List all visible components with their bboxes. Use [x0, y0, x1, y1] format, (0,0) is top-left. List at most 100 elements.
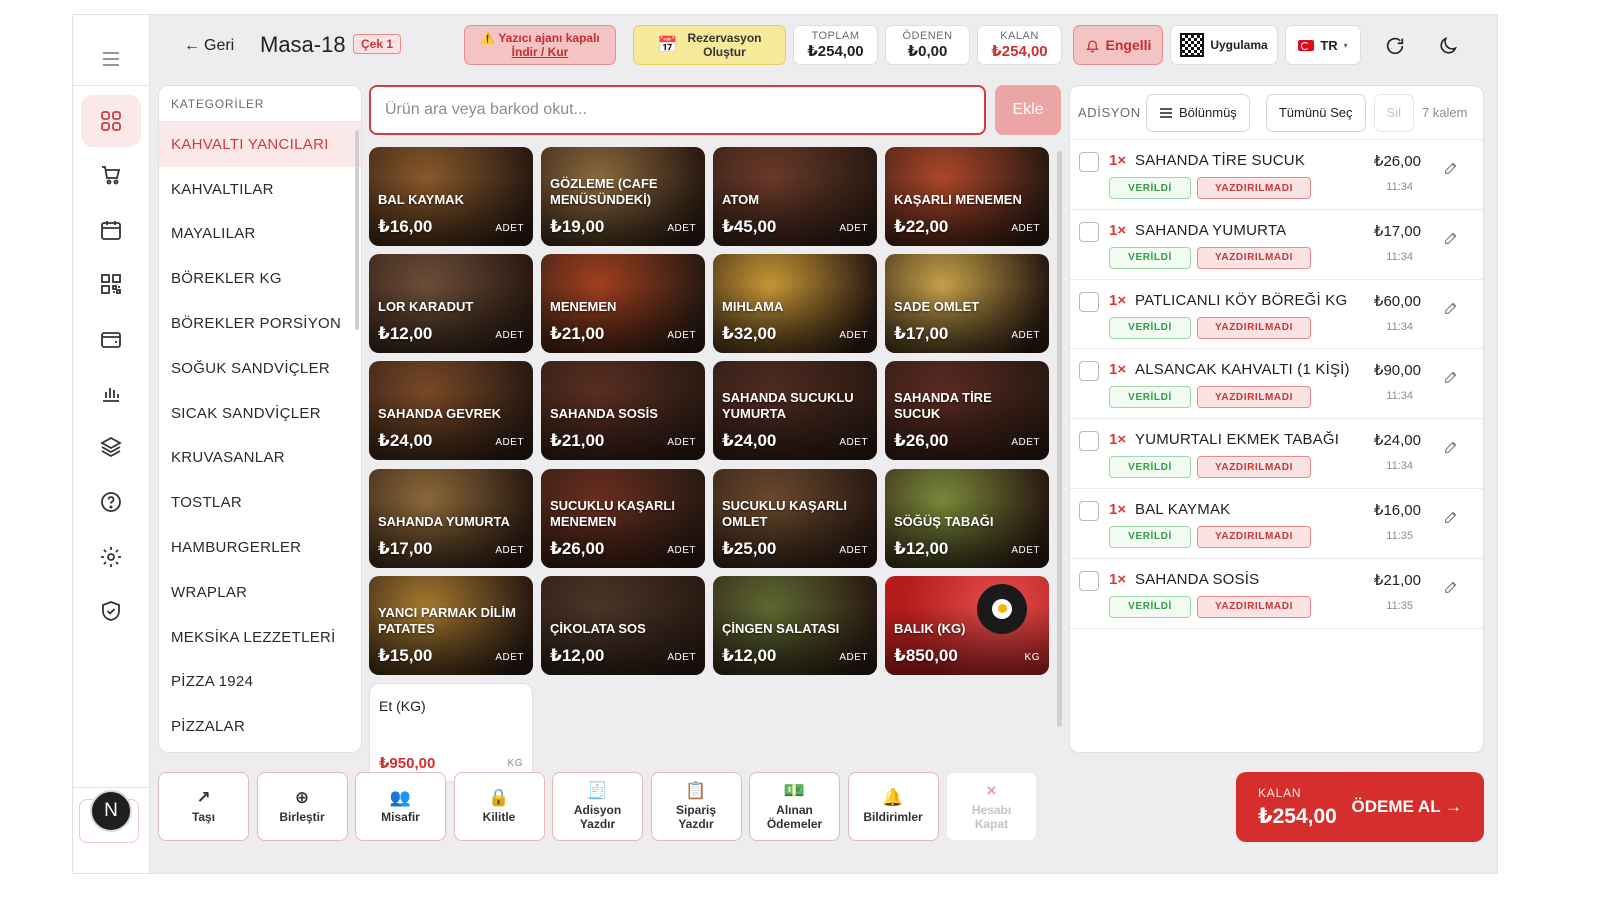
category-item[interactable]: SOĞUK SANDVİÇLER [159, 346, 361, 391]
search-box[interactable] [369, 85, 986, 135]
close-account-button[interactable]: × Hesabı Kapat [946, 772, 1037, 841]
served-badge[interactable]: VERİLDİ [1109, 525, 1191, 548]
chart-icon[interactable] [81, 367, 141, 419]
move-table-button[interactable]: ↗ Taşı [158, 772, 249, 841]
product-card[interactable]: MENEMEN ₺21,00 ADET [541, 254, 705, 354]
product-card[interactable]: LOR KARADUT ₺12,00 ADET [369, 254, 533, 354]
served-badge[interactable]: VERİLDİ [1109, 386, 1191, 409]
edit-icon[interactable] [1443, 579, 1461, 597]
product-card[interactable]: SÖĞÜŞ TABAĞI ₺12,00 ADET [885, 468, 1049, 568]
product-card[interactable]: SAHANDA GEVREK ₺24,00 ADET [369, 361, 533, 461]
grid-icon[interactable] [81, 95, 141, 147]
category-scrollbar[interactable] [355, 130, 359, 330]
category-item[interactable]: BÖREKLER KG [159, 256, 361, 301]
product-card[interactable]: ATOM ₺45,00 ADET [713, 147, 877, 246]
not-printed-badge[interactable]: YAZDIRILMADI [1197, 316, 1311, 339]
product-card[interactable]: YANCI PARMAK DİLİM PATATES ₺15,00 ADET [369, 575, 533, 675]
category-item[interactable]: PİZZA 1924 [159, 660, 361, 705]
not-printed-badge[interactable]: YAZDIRILMADI [1197, 386, 1311, 409]
menu-icon[interactable] [91, 39, 131, 79]
search-input[interactable] [385, 101, 984, 119]
product-card[interactable]: SAHANDA YUMURTA ₺17,00 ADET [369, 468, 533, 568]
not-printed-badge[interactable]: YAZDIRILMADI [1197, 177, 1311, 199]
served-badge[interactable]: VERİLDİ [1109, 246, 1191, 269]
printer-install-link[interactable]: İndir / Kur [512, 45, 569, 59]
edit-icon[interactable] [1443, 439, 1461, 457]
calendar-icon[interactable] [81, 204, 141, 256]
category-item[interactable]: HAMBURGERLER [159, 525, 361, 570]
qr-icon[interactable] [81, 258, 141, 310]
product-card[interactable]: GÖZLEME (CAFE MENÜSÜNDEKİ) ₺19,00 ADET [541, 147, 705, 246]
back-button[interactable]: ← Geri [184, 37, 234, 55]
shield-icon[interactable] [81, 585, 141, 637]
category-item[interactable]: PİZZALAR [159, 704, 361, 749]
product-card[interactable]: Balık (KG) ₺850,00 KG [885, 575, 1049, 675]
order-line[interactable]: 1× BAL KAYMAK ₺16,00 11:35 VERİLDİ YAZDIRILMA… [1070, 489, 1483, 559]
edit-icon[interactable] [1443, 509, 1461, 527]
category-item[interactable]: BÖREKLER PORSİYON [159, 301, 361, 346]
refresh-icon[interactable] [1382, 33, 1408, 59]
notifications-button[interactable]: 🔔 Bildirimler [847, 772, 939, 841]
layers-icon[interactable] [81, 421, 141, 473]
not-printed-badge[interactable]: YAZDIRILMADI [1197, 525, 1311, 548]
order-line[interactable]: 1× SAHANDA SOSİS ₺21,00 11:35 VERİLDİ YAZDIRI… [1070, 559, 1483, 629]
print-check-button[interactable]: 🧾 Adisyon Yazdır [552, 772, 643, 841]
order-line[interactable]: 1× PATLICANLI KÖY BÖREĞİ KG ₺60,00 11:34 VER… [1070, 280, 1483, 350]
product-card[interactable]: SUCUKLU KAŞARLI OMLET ₺25,00 ADET [713, 468, 877, 568]
line-checkbox[interactable] [1079, 152, 1099, 172]
category-item[interactable]: KAHVALTI YANCILARI [159, 122, 361, 167]
served-badge[interactable]: VERİLDİ [1109, 316, 1191, 339]
lock-button[interactable]: 🔒 Kilitle [453, 772, 545, 841]
product-card[interactable]: Et (KG) ₺950,00 KG [369, 683, 533, 782]
add-button[interactable]: Ekle [995, 85, 1061, 135]
check-badge[interactable]: Çek 1 [353, 34, 402, 54]
product-scrollbar[interactable] [1057, 151, 1062, 727]
order-line[interactable]: 1× ALSANCAK KAHVALTI (1 KİŞİ) ₺90,00 11:34 V… [1070, 349, 1483, 420]
not-printed-badge[interactable]: YAZDIRILMADI [1197, 246, 1311, 269]
cart-icon[interactable] [81, 149, 141, 201]
delete-button[interactable]: Sil [1373, 93, 1414, 132]
line-checkbox[interactable] [1079, 500, 1099, 521]
take-payment-button[interactable]: KALAN ₺254,00 ÖDEME AL → [1236, 772, 1484, 842]
product-card[interactable]: SAHANDA TİRE SUCUK ₺26,00 ADET [885, 361, 1049, 461]
language-select[interactable]: TR ▾ [1285, 25, 1361, 65]
product-card[interactable]: SUCUKLU KAŞARLI MENEMEN ₺26,00 ADET [541, 468, 705, 568]
dark-mode-icon[interactable] [1435, 33, 1461, 59]
avatar[interactable]: N [90, 790, 132, 832]
line-checkbox[interactable] [1079, 361, 1099, 382]
product-card[interactable]: SAHANDA SUCUKLU YUMURTA ₺24,00 ADET [713, 361, 877, 461]
served-badge[interactable]: VERİLDİ [1109, 456, 1191, 479]
split-button[interactable]: Bölünmüş [1146, 93, 1250, 132]
category-item[interactable]: KRUVASANLAR [159, 436, 361, 481]
app-button[interactable]: Uygulama [1170, 25, 1278, 65]
category-item[interactable]: WRAPLAR [159, 570, 361, 615]
edit-icon[interactable] [1443, 300, 1461, 318]
product-card[interactable]: MIHLAMA ₺32,00 ADET [713, 254, 877, 354]
line-checkbox[interactable] [1079, 291, 1099, 312]
category-item[interactable]: KAHVALTILAR [159, 167, 361, 212]
wallet-icon[interactable] [81, 313, 141, 365]
product-card[interactable]: KAŞARLI MENEMEN ₺22,00 ADET [885, 147, 1049, 246]
not-printed-badge[interactable]: YAZDIRILMADI [1197, 456, 1311, 479]
help-icon[interactable] [81, 476, 141, 528]
category-item[interactable]: MAYALILAR [159, 212, 361, 257]
merge-button[interactable]: ⊕ Birleştir [256, 772, 348, 841]
product-card[interactable]: SAHANDA SOSİS ₺21,00 ADET [541, 361, 705, 461]
create-reservation-button[interactable]: 📅 Rezervasyon Oluştur [633, 25, 786, 65]
order-line[interactable]: 1× YUMURTALI EKMEK TABAĞI ₺24,00 11:34 VERİL… [1070, 419, 1483, 489]
printer-warning-button[interactable]: ⚠️ Yazıcı ajanı kapalı İndir / Kur [464, 25, 616, 65]
select-all-button[interactable]: Tümünü Seç [1265, 93, 1366, 132]
product-card[interactable]: BAL KAYMAK ₺16,00 ADET [369, 147, 533, 246]
order-line[interactable]: 1× SAHANDA TİRE SUCUK ₺26,00 11:34 VERİLDİ YA… [1070, 140, 1483, 210]
edit-icon[interactable] [1443, 369, 1461, 387]
order-line[interactable]: 1× SAHANDA YUMURTA ₺17,00 11:34 VERİLDİ YAZDI… [1070, 210, 1483, 280]
line-checkbox[interactable] [1079, 570, 1099, 591]
served-badge[interactable]: VERİLDİ [1109, 595, 1191, 618]
edit-icon[interactable] [1443, 230, 1461, 248]
line-checkbox[interactable] [1079, 431, 1099, 452]
line-checkbox[interactable] [1079, 221, 1099, 242]
product-card[interactable]: ÇİKOLATA SOS ₺12,00 ADET [541, 575, 705, 675]
category-item[interactable]: MEKSİKA LEZZETLERİ [159, 615, 361, 660]
product-card[interactable]: SADE OMLET ₺17,00 ADET [885, 254, 1049, 354]
print-order-button[interactable]: 📋 Sipariş Yazdır [650, 772, 742, 841]
